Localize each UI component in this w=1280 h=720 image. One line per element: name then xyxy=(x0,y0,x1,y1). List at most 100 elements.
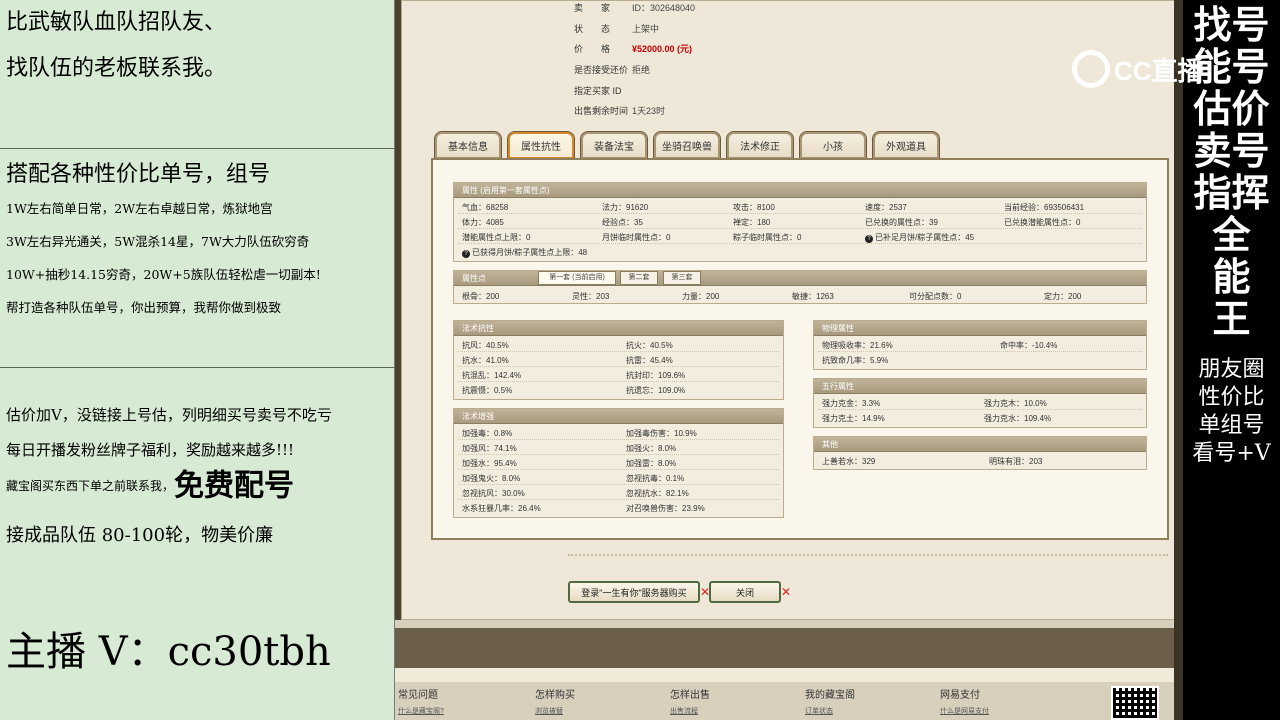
panel-title: 法术抗性 xyxy=(454,321,783,336)
panel-title: 其他 xyxy=(814,437,1146,452)
promo-text: 藏宝阁买东西下单之前联系我， xyxy=(6,479,175,493)
promo-line: 接成品队伍 80-100轮，物美价廉 xyxy=(6,525,274,546)
footer-link[interactable]: 什么是网易支付 xyxy=(940,706,989,716)
stat: 加强毒：0.8% xyxy=(462,429,513,438)
stat: 粽子临时属性点：0 xyxy=(733,233,802,242)
vertical-text: 指挥 xyxy=(1193,170,1270,215)
stat: 加强风：74.1% xyxy=(462,444,517,453)
vertical-text: 全 xyxy=(1212,212,1251,257)
promo-line: 找队伍的老板联系我。 xyxy=(6,56,227,81)
footer-link[interactable]: 出售流程 xyxy=(670,706,698,716)
footer-link[interactable]: 订单状态 xyxy=(805,706,833,716)
panel-title: 物理属性 xyxy=(814,321,1146,336)
five-elements-panel: 五行属性 强力克金：3.3% 强力克木：10.0% 强力克土：14.9% 强力克… xyxy=(813,378,1147,428)
panel-title: 五行属性 xyxy=(814,379,1146,394)
stat: 明珠有泪：203 xyxy=(989,457,1043,466)
stat: 强力克木：10.0% xyxy=(984,399,1047,408)
stat: 可分配点数：0 xyxy=(909,292,962,301)
stat: 强力克土：14.9% xyxy=(822,414,885,423)
seller-row: 卖 家 ID：302648040 xyxy=(574,3,696,13)
vertical-text: 朋友圈 xyxy=(1198,357,1265,382)
stat: 抗震慑：0.5% xyxy=(462,386,513,395)
promo-line: 3W左右异光通关，5W混杀14星，7W大力队伍砍穷奇 xyxy=(6,234,310,249)
stat: 经验点：35 xyxy=(602,218,643,227)
stat: 力量：200 xyxy=(682,292,720,301)
stat: 月饼临时属性点：0 xyxy=(602,233,671,242)
bargain-row: 是否接受还价 拒绝 xyxy=(574,65,651,75)
treasure-pavilion-window: 卖 家 ID：302648040 状 态上架中 价 格 ¥52000.00 (元) … xyxy=(395,0,1183,720)
stat: 强力克水：109.4% xyxy=(984,414,1052,423)
spell-enhance-panel: 法术增强 加强毒：0.8% 加强毒伤害：10.9% 加强风：74.1% 加强火：… xyxy=(453,408,784,518)
footer-heading: 网易支付 xyxy=(940,690,980,701)
page-body: 卖 家 ID：302648040 状 态上架中 价 格 ¥52000.00 (元) … xyxy=(401,0,1176,620)
tab-mounts-summons[interactable]: 坐骑召唤兽 xyxy=(653,131,721,159)
login-server-buy-button[interactable]: 登录"一生有你"服务器购买 xyxy=(568,581,700,603)
vertical-text: 估价 xyxy=(1193,86,1270,131)
anchor-contact: 主播 V：cc30tbh xyxy=(6,629,331,675)
stat: ? 已获得月饼/粽子属性点上限：48 xyxy=(462,247,587,258)
stat: 气血：68258 xyxy=(462,203,509,212)
stat: 定力：200 xyxy=(1044,292,1082,301)
attributes-panel: 属性 (启用第一套属性点) 气血：68258 法力：91620 攻击：8100 … xyxy=(453,182,1147,262)
close-icon: ✕ xyxy=(781,585,792,599)
vertical-text: 王 xyxy=(1212,296,1251,341)
stat: 加强雷：8.0% xyxy=(626,459,677,468)
promo-line: 1W左右简单日常，2W左右卓越日常，炼狱地宫 xyxy=(6,201,273,216)
stat: 敏捷：1263 xyxy=(792,292,834,301)
stat: 体力：4085 xyxy=(462,218,504,227)
stat: 水系狂暴几率：26.4% xyxy=(462,504,541,513)
spell-resist-panel: 法术抗性 抗风：40.5% 抗火：40.5% 抗水：41.0% 抗雷：45.4%… xyxy=(453,320,784,400)
divider xyxy=(568,554,1168,556)
stat: 对召唤兽伤害：23.9% xyxy=(626,504,705,513)
help-icon[interactable]: ? xyxy=(865,235,873,243)
other-panel: 其他 上善若水：329 明珠有泪：203 xyxy=(813,436,1147,470)
promo-line: 比武敏队血队招队友、 xyxy=(6,10,227,35)
vertical-text: 卖号 xyxy=(1193,128,1270,173)
subtab-set-1[interactable]: 第一套 (当前启用) xyxy=(538,271,616,285)
stat: 抗水：41.0% xyxy=(462,356,509,365)
stat: 强力克金：3.3% xyxy=(822,399,881,408)
vertical-text: 能 xyxy=(1212,254,1251,299)
footer-link[interactable]: 浏览被替 xyxy=(535,706,563,716)
subtab-set-3[interactable]: 第三套 xyxy=(663,271,701,285)
stat: 抗风：40.5% xyxy=(462,341,509,350)
promo-heading: 搭配各种性价比单号，组号 xyxy=(6,162,271,187)
stat: ? 已补足月饼/粽子属性点：45 xyxy=(865,232,974,243)
stat: 上善若水：329 xyxy=(822,457,876,466)
stat: 命中率：-10.4% xyxy=(1000,341,1058,350)
stat: 抗混乱：142.4% xyxy=(462,371,522,380)
status-row: 状 态上架中 xyxy=(574,24,660,34)
close-button[interactable]: 关闭 xyxy=(709,581,781,603)
promo-line: 估价加V，没链接上号估，列明细买号卖号不吃亏 xyxy=(6,406,332,424)
stat: 抗雷：45.4% xyxy=(626,356,673,365)
stat: 加强毒伤害：10.9% xyxy=(626,429,697,438)
stat: 潜能属性点上限：0 xyxy=(462,233,531,242)
logo-text: CC直播 xyxy=(1114,55,1204,86)
tab-appearance[interactable]: 外观道具 xyxy=(872,131,940,159)
tab-attributes[interactable]: 属性抗性 xyxy=(507,131,575,159)
stat: 忽视抗风：30.0% xyxy=(462,489,525,498)
tab-children[interactable]: 小孩 xyxy=(799,131,867,159)
stat: 加强火：8.0% xyxy=(626,444,677,453)
tab-spell-correction[interactable]: 法术修正 xyxy=(726,131,794,159)
panel-title: 法术增强 xyxy=(454,409,783,424)
vertical-text: 找号 xyxy=(1193,2,1270,47)
stat: 根骨：200 xyxy=(462,292,500,301)
attribute-content: 属性 (启用第一套属性点) 气血：68258 法力：91620 攻击：8100 … xyxy=(431,158,1169,540)
stat: 抗遗忘：109.0% xyxy=(626,386,686,395)
subtab-set-2[interactable]: 第二套 xyxy=(620,271,658,285)
qr-code-icon xyxy=(1111,686,1159,720)
help-icon[interactable]: ? xyxy=(462,250,470,258)
tab-basic-info[interactable]: 基本信息 xyxy=(434,131,502,159)
cc-live-logo: CC直播 xyxy=(1072,44,1212,94)
remain-row: 出售剩余时间 1天23时 xyxy=(574,106,666,116)
promo-line: 藏宝阁买东西下单之前联系我，免费配号 xyxy=(0,470,332,502)
stat: 禅定：180 xyxy=(733,218,771,227)
stat: 灵性：203 xyxy=(572,292,610,301)
stat: 抗封印：109.6% xyxy=(626,371,686,380)
stat: 忽视抗毒：0.1% xyxy=(626,474,685,483)
tab-equipment[interactable]: 装备法宝 xyxy=(580,131,648,159)
vertical-text: 看号+V xyxy=(1192,441,1271,466)
footer-link[interactable]: 什么是藏宝阁? xyxy=(398,706,444,716)
panel-title: 属性 (启用第一套属性点) xyxy=(454,183,1146,198)
